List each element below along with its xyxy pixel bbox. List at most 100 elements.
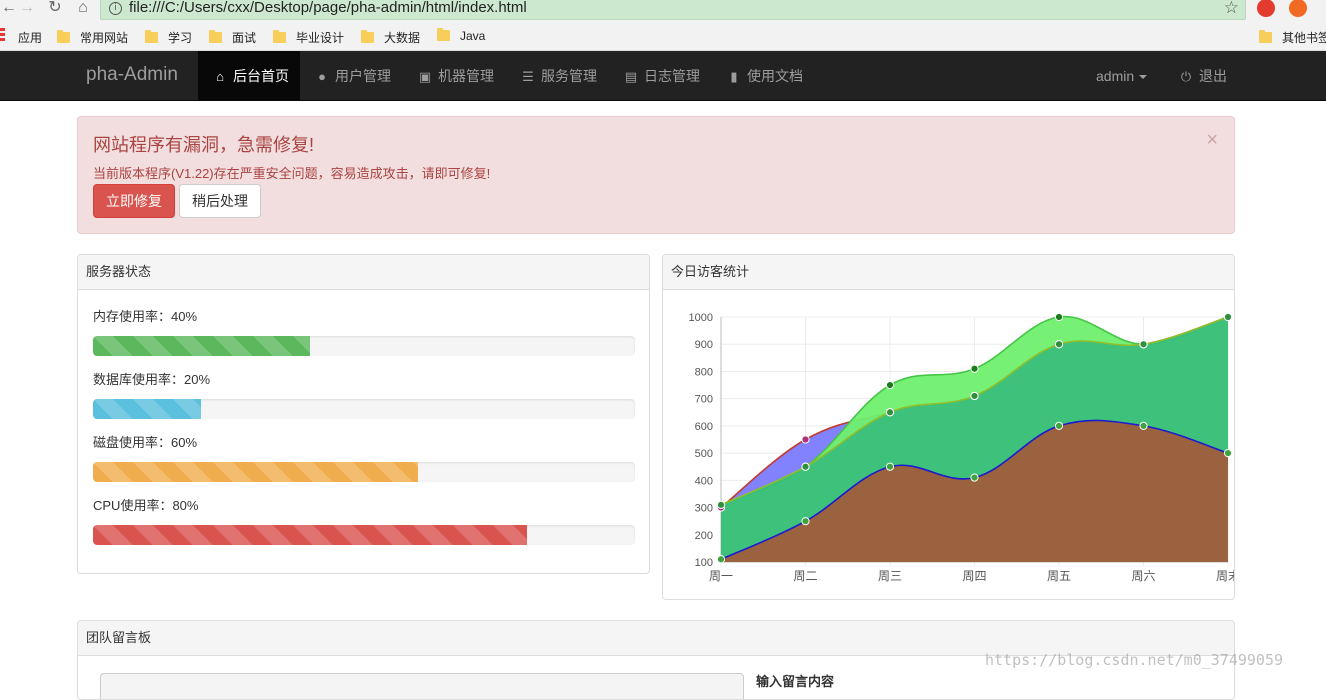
data-point — [716, 555, 726, 564]
y-tick-label: 500 — [695, 448, 713, 460]
visitor-stats-panel: 今日访客统计 100 200 300 400 500 600 700 800 900 1000 周一… — [662, 254, 1235, 600]
forward-icon[interactable]: → — [18, 0, 36, 18]
y-tick-label: 700 — [695, 394, 713, 406]
data-point — [885, 408, 895, 417]
back-icon[interactable]: ← — [0, 0, 18, 18]
y-tick-label: 1000 — [689, 312, 713, 324]
user-dropdown[interactable]: admin — [1096, 51, 1148, 101]
data-point — [1054, 312, 1064, 322]
nav-users[interactable]: ● 用户管理 — [315, 51, 391, 101]
browser-address-row: ← → ↻ ⌂ i file:///C:/Users/cxx/Desktop/p… — [0, 0, 1326, 22]
top-navbar: pha-Admin ⌂ 后台首页 ● 用户管理 ▣ 机器管理 ☰ 服务管理 ▤ 日志管理 … — [0, 51, 1326, 101]
y-tick-label: 200 — [695, 530, 713, 542]
bookmark-graduation[interactable]: 毕业设计 — [273, 29, 344, 45]
power-icon: ⏻ — [1180, 69, 1192, 84]
nav-home[interactable]: ⌂ 后台首页 — [198, 51, 300, 101]
data-point — [970, 391, 979, 401]
progress-bar-disk — [93, 462, 419, 482]
vulnerability-alert: 网站程序有漏洞，急需修复! 当前版本程序(V1.22)存在严重安全问题，容易造成… — [77, 116, 1235, 234]
data-point — [1054, 340, 1064, 349]
caret-down-icon — [1139, 75, 1148, 79]
bookmark-common-sites[interactable]: 常用网站 — [57, 29, 128, 45]
data-point — [801, 462, 810, 471]
alert-title: 网站程序有漏洞，急需修复! — [93, 135, 314, 155]
log-icon: ▤ — [624, 69, 638, 84]
metric-database: 数据库使用率：20% — [93, 369, 635, 419]
logout-link[interactable]: ⏻ 退出 — [1179, 51, 1227, 101]
bookmark-bigdata[interactable]: 大数据 — [361, 29, 420, 45]
address-text[interactable]: file:///C:/Users/cxx/Desktop/page/pha-ad… — [129, 0, 527, 16]
data-point — [1139, 340, 1148, 349]
fix-now-button[interactable]: 立即修复 — [93, 184, 175, 218]
close-icon[interactable]: × — [1206, 129, 1218, 152]
folder-icon — [273, 30, 286, 43]
metric-disk: 磁盘使用率：60% — [93, 432, 635, 482]
watermark: https://blog.csdn.net/m0_37499059 — [985, 651, 1284, 669]
panel-title: 服务器状态 — [78, 255, 649, 290]
data-point — [970, 364, 979, 373]
data-point — [1223, 312, 1233, 322]
bookmark-interview[interactable]: 面试 — [209, 29, 256, 45]
server-icon: ☰ — [522, 69, 534, 84]
input-label: 输入留言内容 — [756, 674, 835, 689]
bookmark-apps[interactable]: 应用 — [18, 29, 42, 45]
bookmark-java[interactable]: Java — [437, 28, 485, 45]
folder-icon — [145, 30, 158, 43]
y-tick-label: 400 — [695, 475, 713, 487]
visitor-area-chart: 100 200 300 400 500 600 700 800 900 1000 周一 周二 周三 周四 周… — [689, 312, 1235, 583]
nav-services[interactable]: ☰ 服务管理 — [521, 51, 597, 101]
x-tick-label: 周六 — [1131, 569, 1155, 583]
folder-icon — [1259, 30, 1272, 43]
apps-icon[interactable] — [0, 28, 5, 43]
x-tick-label: 周二 — [793, 569, 817, 583]
bookmarks-bar: 应用 常用网站 学习 面试 毕业设计 大数据 Java 其他书签 — [0, 22, 1326, 51]
x-tick-label: 周三 — [878, 569, 902, 583]
progress-track — [93, 462, 635, 482]
folder-icon — [57, 30, 70, 43]
data-point — [1223, 449, 1233, 458]
firefox-extension-icon[interactable] — [1289, 0, 1307, 17]
metric-memory: 内存使用率：40% — [93, 306, 635, 356]
data-point — [801, 435, 810, 444]
x-tick-label: 周五 — [1047, 569, 1071, 583]
data-point — [885, 380, 895, 390]
folder-icon — [209, 30, 222, 43]
data-point — [801, 517, 810, 526]
data-point — [970, 473, 979, 482]
metric-cpu: CPU使用率：80% — [93, 495, 635, 545]
reload-icon[interactable]: ↻ — [46, 0, 64, 18]
book-icon: ▮ — [730, 69, 738, 84]
alert-message: 当前版本程序(V1.22)存在严重安全问题，容易造成攻击，请即可修复! — [93, 166, 491, 181]
y-tick-label: 800 — [695, 366, 713, 378]
opera-extension-icon[interactable] — [1257, 0, 1275, 17]
x-tick-label: 周一 — [709, 569, 733, 583]
data-point — [1054, 421, 1064, 430]
server-status-panel: 服务器状态 内存使用率：40% 数据库使用率：20% 磁盘使用率：60% CPU… — [77, 254, 650, 574]
progress-track — [93, 336, 635, 356]
progress-bar-database — [93, 399, 202, 419]
y-tick-label: 600 — [695, 421, 713, 433]
y-tick-label: 300 — [695, 503, 713, 515]
progress-bar-memory — [93, 336, 310, 356]
address-bar[interactable]: i file:///C:/Users/cxx/Desktop/page/pha-… — [100, 0, 1246, 20]
x-tick-label: 周末 — [1216, 569, 1235, 583]
progress-track — [93, 399, 635, 419]
handle-later-button[interactable]: 稍后处理 — [179, 184, 261, 218]
progress-track — [93, 525, 635, 545]
nav-logs[interactable]: ▤ 日志管理 — [624, 51, 700, 101]
star-icon[interactable]: ☆ — [1224, 0, 1239, 18]
message-list-area — [100, 673, 744, 699]
x-tick-label: 周四 — [962, 569, 986, 583]
bookmark-study[interactable]: 学习 — [145, 29, 192, 45]
nav-machines[interactable]: ▣ 机器管理 — [418, 51, 494, 101]
home-browser-icon[interactable]: ⌂ — [74, 0, 92, 18]
y-tick-label: 100 — [695, 557, 713, 569]
nav-docs[interactable]: ▮ 使用文档 — [727, 51, 803, 101]
bookmark-other[interactable]: 其他书签 — [1259, 29, 1326, 45]
folder-icon — [437, 28, 450, 41]
y-tick-label: 900 — [695, 339, 713, 351]
panel-title: 今日访客统计 — [663, 255, 1234, 290]
brand-logo[interactable]: pha-Admin — [86, 64, 178, 86]
info-icon[interactable]: i — [109, 2, 122, 15]
home-icon: ⌂ — [216, 69, 224, 84]
